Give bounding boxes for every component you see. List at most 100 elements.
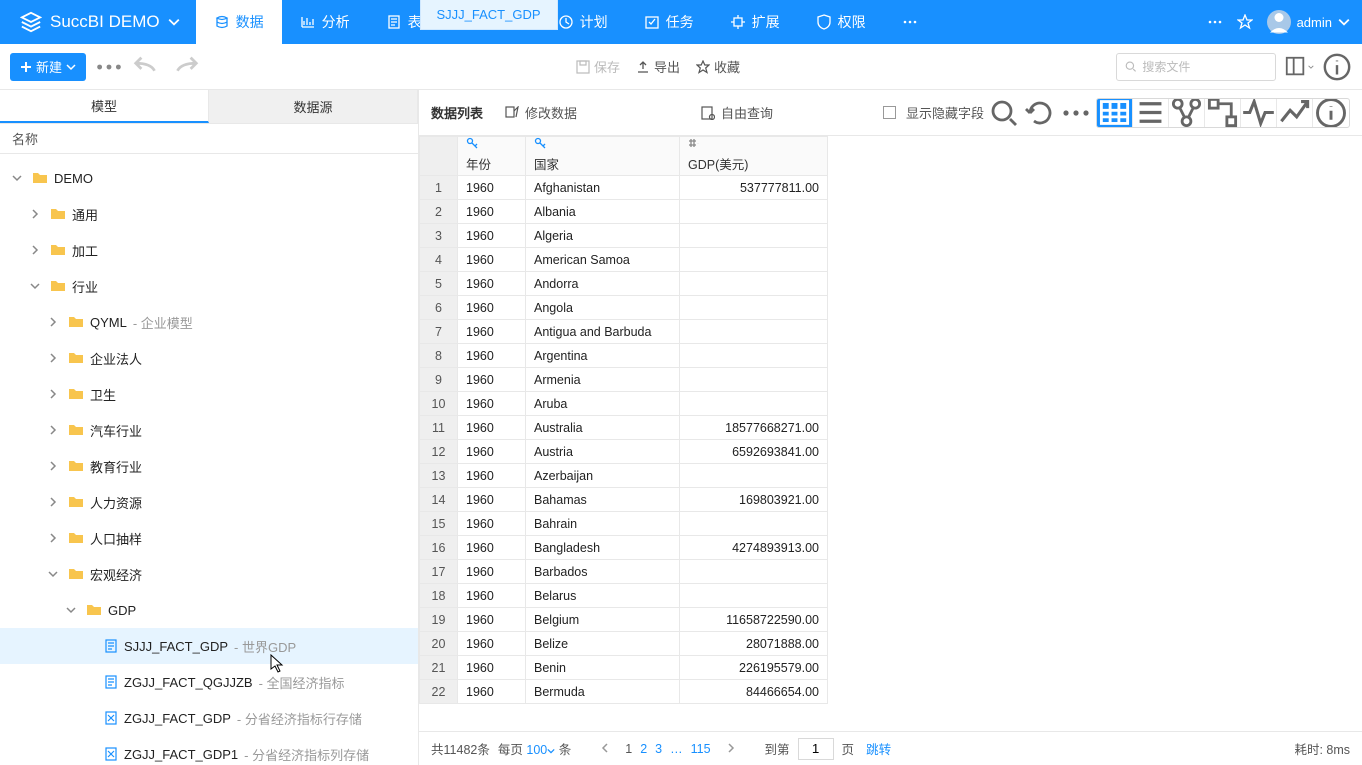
folder-item[interactable]: 行业	[0, 268, 418, 304]
table-row[interactable]: 141960Bahamas169803921.00	[420, 488, 828, 512]
edit-data-button[interactable]: 修改数据	[505, 103, 577, 122]
redo-icon[interactable]	[170, 52, 200, 82]
chevron-right-icon[interactable]	[48, 461, 62, 471]
layout-icon[interactable]	[1284, 52, 1314, 82]
folder-item[interactable]: 宏观经济	[0, 556, 418, 592]
table-row[interactable]: 221960Bermuda84466654.00	[420, 680, 828, 704]
table-row[interactable]: 161960Bangladesh4274893913.00	[420, 536, 828, 560]
folder-item[interactable]: 通用	[0, 196, 418, 232]
table-row[interactable]: 51960Andorra	[420, 272, 828, 296]
search-field[interactable]	[1142, 60, 1267, 74]
tab-datasource[interactable]: 数据源	[209, 90, 418, 123]
page-link[interactable]: 2	[636, 742, 651, 756]
per-page-selector[interactable]: 每页 100 条	[498, 739, 571, 758]
dots-icon[interactable]	[1207, 14, 1223, 30]
export-button[interactable]: 导出	[632, 57, 684, 76]
folder-item[interactable]: 教育行业	[0, 448, 418, 484]
star-icon[interactable]	[1237, 14, 1253, 30]
page-link[interactable]: 1	[621, 742, 636, 756]
folder-item[interactable]: DEMO	[0, 160, 418, 196]
file-item[interactable]: ZGJJ_FACT_QGJJZB - 全国经济指标	[0, 664, 418, 700]
nav-perm[interactable]: 权限	[798, 0, 884, 44]
chevron-right-icon[interactable]	[48, 389, 62, 399]
table-row[interactable]: 211960Benin226195579.00	[420, 656, 828, 680]
data-table[interactable]: 年份国家GDP(美元)11960Afghanistan537777811.002…	[419, 136, 828, 704]
table-row[interactable]: 171960Barbados	[420, 560, 828, 584]
new-button[interactable]: 新建	[10, 53, 86, 81]
file-item[interactable]: ZGJJ_FACT_GDP1 - 分省经济指标列存储	[0, 736, 418, 765]
table-row[interactable]: 101960Aruba	[420, 392, 828, 416]
refresh-icon[interactable]	[1024, 99, 1056, 127]
chevron-right-icon[interactable]	[48, 425, 62, 435]
table-row[interactable]: 201960Belize28071888.00	[420, 632, 828, 656]
free-query-button[interactable]: 自由查询	[701, 103, 773, 122]
page-link[interactable]: 115	[687, 742, 715, 756]
page-link[interactable]: …	[666, 742, 687, 756]
chevron-right-icon[interactable]	[30, 245, 44, 255]
chevron-right-icon[interactable]	[48, 533, 62, 543]
table-row[interactable]: 181960Belarus	[420, 584, 828, 608]
folder-item[interactable]: GDP	[0, 592, 418, 628]
undo-icon[interactable]	[132, 52, 162, 82]
chevron-down-icon[interactable]	[48, 569, 62, 579]
folder-item[interactable]: 企业法人	[0, 340, 418, 376]
chevron-right-icon[interactable]	[48, 353, 62, 363]
table-row[interactable]: 71960Antigua and Barbuda	[420, 320, 828, 344]
chevron-down-icon[interactable]	[66, 605, 80, 615]
document-tab[interactable]: SJJJ_FACT_GDP	[420, 0, 558, 30]
more-icon[interactable]	[94, 52, 124, 82]
view-flow-icon[interactable]	[1205, 99, 1241, 127]
file-item[interactable]: SJJJ_FACT_GDP - 世界GDP	[0, 628, 418, 664]
folder-item[interactable]: 人力资源	[0, 484, 418, 520]
chevron-right-icon[interactable]	[48, 497, 62, 507]
page-link[interactable]: 3	[651, 742, 666, 756]
view-list-icon[interactable]	[1133, 99, 1169, 127]
more-icon[interactable]	[1060, 99, 1092, 127]
view-pulse-icon[interactable]	[1241, 99, 1277, 127]
table-row[interactable]: 131960Azerbaijan	[420, 464, 828, 488]
page-input[interactable]	[798, 738, 834, 760]
chevron-down-icon[interactable]	[30, 281, 44, 291]
folder-item[interactable]: 加工	[0, 232, 418, 268]
jump-button[interactable]: 跳转	[862, 739, 895, 758]
chevron-right-icon[interactable]	[48, 317, 62, 327]
page-next-icon[interactable]	[723, 742, 739, 756]
folder-item[interactable]: 人口抽样	[0, 520, 418, 556]
nav-chart[interactable]: 分析	[282, 0, 368, 44]
table-row[interactable]: 31960Algeria	[420, 224, 828, 248]
page-prev-icon[interactable]	[597, 742, 613, 756]
table-row[interactable]: 111960Australia18577668271.00	[420, 416, 828, 440]
user-menu[interactable]: admin	[1267, 10, 1350, 34]
table-row[interactable]: 121960Austria6592693841.00	[420, 440, 828, 464]
info-icon[interactable]	[1322, 52, 1352, 82]
file-item[interactable]: ZGJJ_FACT_GDP - 分省经济指标行存储	[0, 700, 418, 736]
table-row[interactable]: 11960Afghanistan537777811.00	[420, 176, 828, 200]
chevron-down-icon[interactable]	[12, 173, 26, 183]
search-icon[interactable]	[988, 99, 1020, 127]
table-row[interactable]: 81960Argentina	[420, 344, 828, 368]
show-hidden-fields-checkbox[interactable]: 显示隐藏字段	[883, 103, 984, 122]
save-button[interactable]: 保存	[572, 57, 624, 76]
view-info-icon[interactable]	[1313, 99, 1349, 127]
view-trend-icon[interactable]	[1277, 99, 1313, 127]
folder-item[interactable]: 卫生	[0, 376, 418, 412]
logo[interactable]: SuccBI DEMO	[12, 11, 188, 33]
search-input[interactable]	[1116, 53, 1276, 81]
table-row[interactable]: 61960Angola	[420, 296, 828, 320]
table-row[interactable]: 151960Bahrain	[420, 512, 828, 536]
table-row[interactable]: 91960Armenia	[420, 368, 828, 392]
chevron-right-icon[interactable]	[30, 209, 44, 219]
nav-more[interactable]	[884, 0, 936, 44]
nav-database[interactable]: 数据	[196, 0, 282, 44]
table-row[interactable]: 21960Albania	[420, 200, 828, 224]
nav-task[interactable]: 任务	[626, 0, 712, 44]
folder-item[interactable]: QYML - 企业模型	[0, 304, 418, 340]
tab-model[interactable]: 模型	[0, 90, 209, 123]
table-row[interactable]: 41960American Samoa	[420, 248, 828, 272]
nav-ext[interactable]: 扩展	[712, 0, 798, 44]
view-relation-icon[interactable]	[1169, 99, 1205, 127]
table-row[interactable]: 191960Belgium11658722590.00	[420, 608, 828, 632]
view-table-icon[interactable]	[1097, 99, 1133, 127]
favorite-button[interactable]: 收藏	[692, 57, 744, 76]
folder-item[interactable]: 汽车行业	[0, 412, 418, 448]
